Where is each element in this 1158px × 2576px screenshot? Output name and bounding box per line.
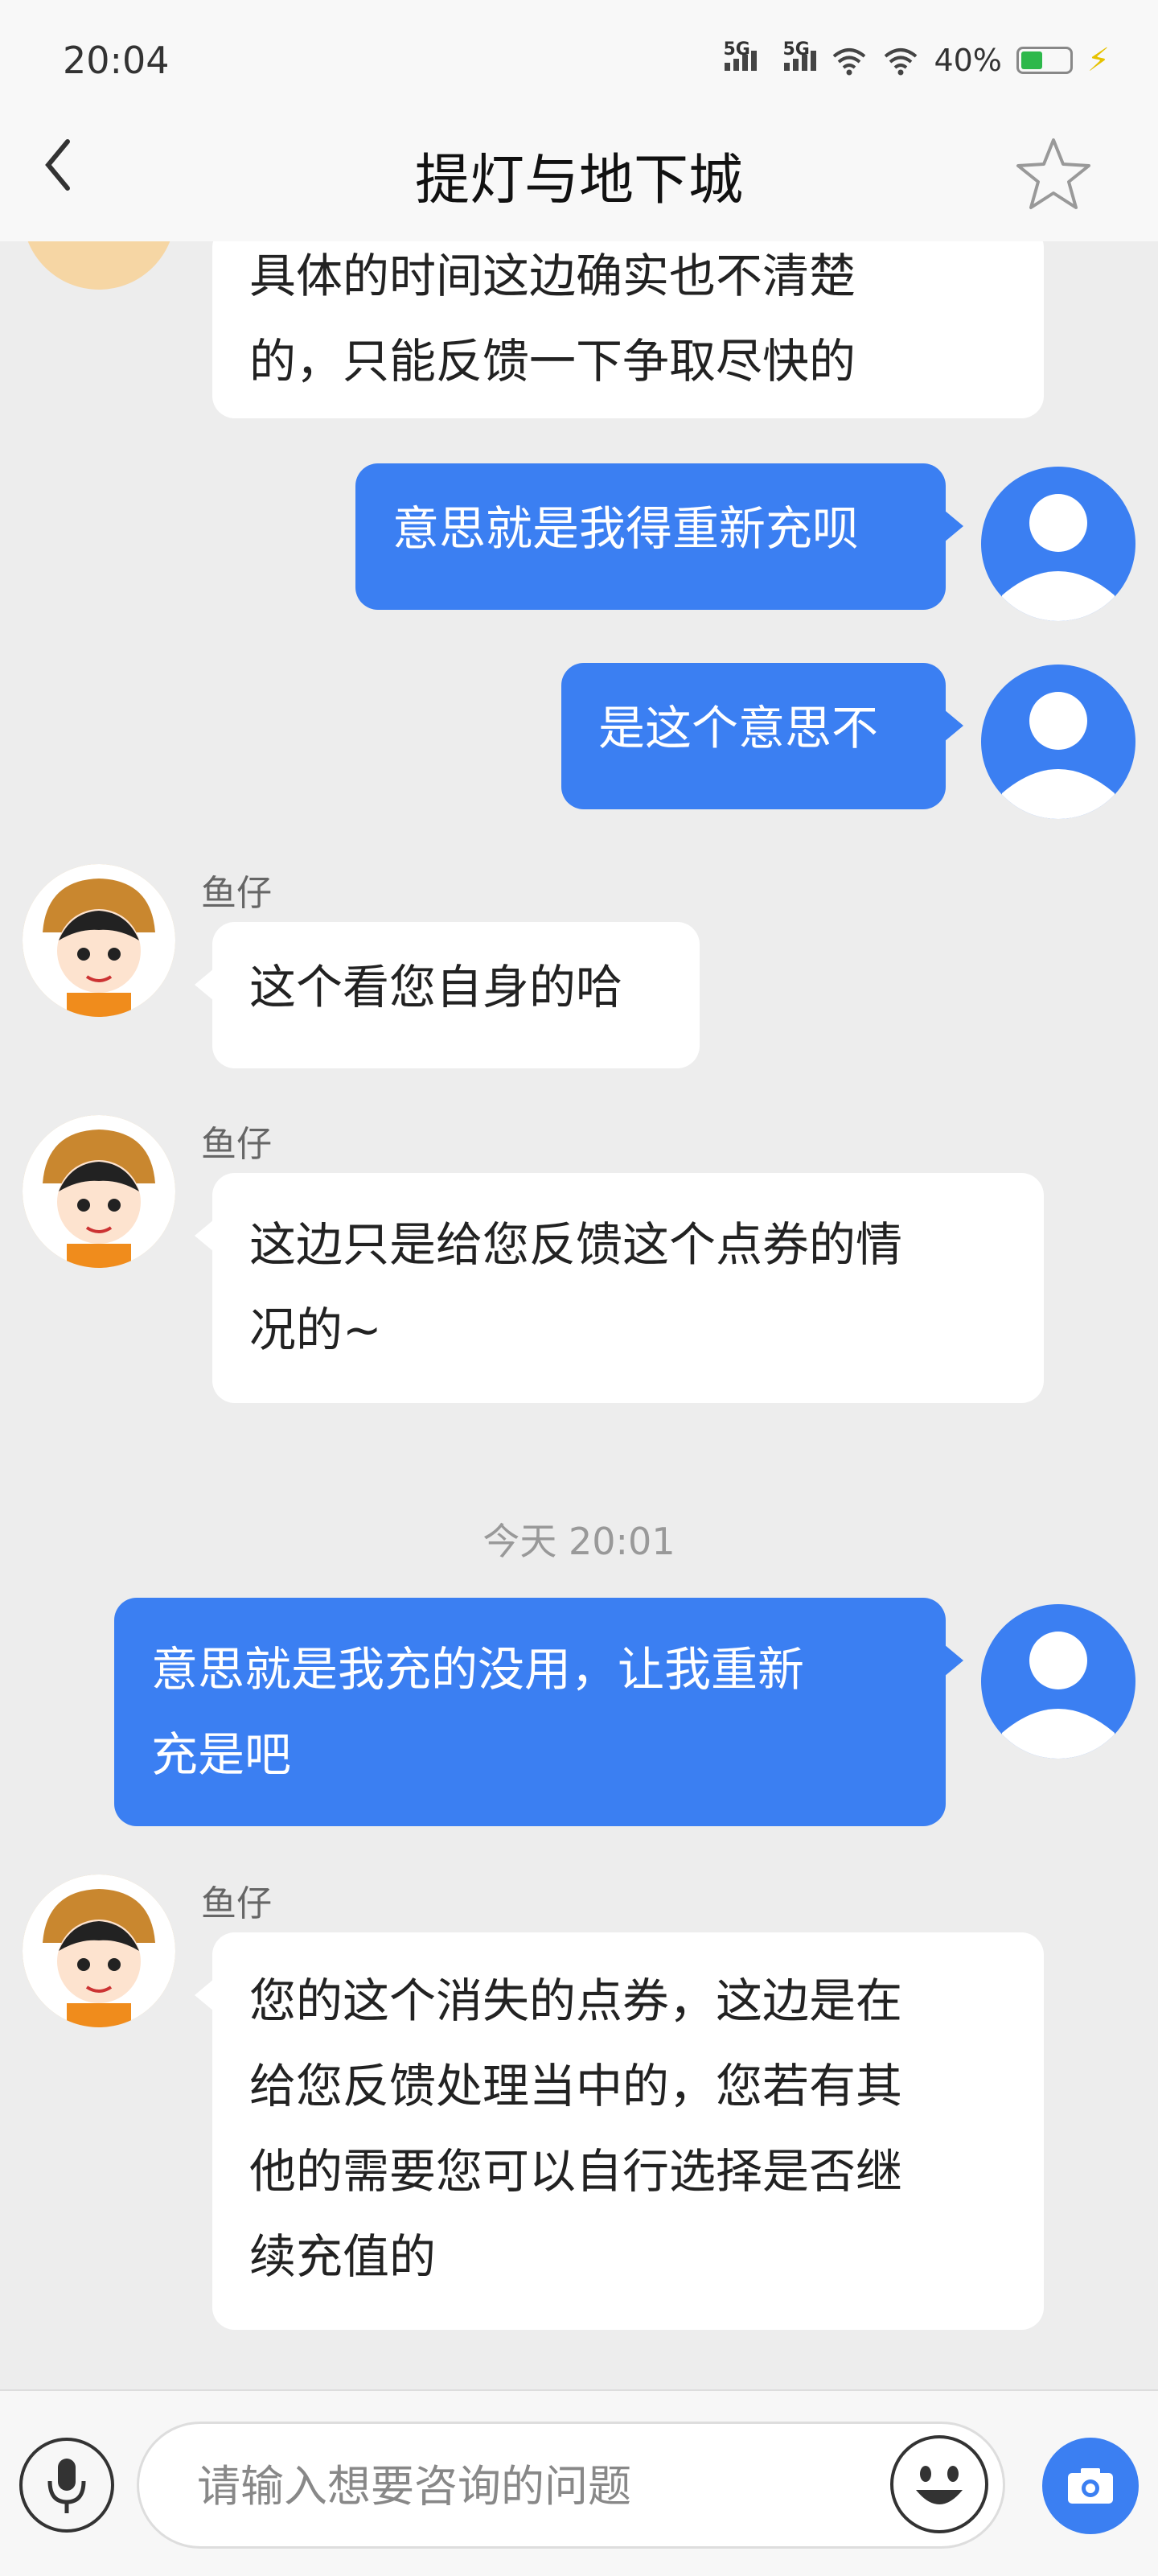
- tiger-girl-avatar-icon: [23, 864, 175, 1017]
- battery-percent: 40%: [934, 43, 1002, 78]
- person-icon: [1002, 494, 1115, 621]
- cellular-signal-icon: 5G: [723, 39, 758, 71]
- message-input-field[interactable]: [137, 2422, 1005, 2549]
- microphone-icon: [47, 2459, 86, 2513]
- message-line: 充是吧: [151, 1727, 292, 1782]
- page-title: 提灯与地下城: [414, 149, 743, 212]
- message-line: 这边只是给您反馈这个点券的情: [249, 1217, 903, 1272]
- message-line: 您的这个消失的点券，这边是在: [249, 1973, 903, 2028]
- network-type-label: 5G: [723, 39, 750, 60]
- user-avatar[interactable]: [981, 665, 1135, 819]
- voice-input-button[interactable]: [19, 2438, 114, 2533]
- chat-area[interactable]: 具体的时间这边确实也不清楚 的，只能反馈一下争取尽快的 意思就是我得重新充呗 是…: [0, 137, 1158, 2389]
- message-text: 这个看您自身的哈: [249, 960, 623, 1014]
- customer-service-avatar[interactable]: [23, 1115, 175, 1268]
- star-outline-icon: [1016, 138, 1090, 209]
- message-text: 意思就是我得重新充呗: [392, 501, 860, 556]
- message-line: 他的需要您可以自行选择是否继: [249, 2144, 903, 2199]
- user-avatar[interactable]: [981, 467, 1135, 621]
- person-icon: [1002, 692, 1115, 819]
- smiley-face-icon: [916, 2466, 963, 2504]
- customer-service-avatar[interactable]: [23, 864, 175, 1017]
- message-line: 况的~: [249, 1302, 382, 1357]
- message-bubble-cs: 具体的时间这边确实也不清楚 的，只能反馈一下争取尽快的: [212, 225, 1044, 418]
- message-line: 具体的时间这边确实也不清楚: [249, 249, 856, 303]
- emoji-button[interactable]: [890, 2435, 988, 2533]
- message-line: 意思就是我充的没用，让我重新: [151, 1642, 805, 1697]
- user-avatar[interactable]: [981, 1604, 1135, 1759]
- message-input[interactable]: [195, 2424, 842, 2548]
- customer-service-avatar[interactable]: [23, 1874, 175, 2027]
- tiger-girl-avatar-icon: [23, 1874, 175, 2027]
- message-bubble-cs: 您的这个消失的点券，这边是在 给您反馈处理当中的，您若有其 他的需要您可以自行选…: [195, 1932, 1044, 2330]
- message-line: 给您反馈处理当中的，您若有其: [249, 2059, 903, 2113]
- sender-name: 鱼仔: [201, 1883, 272, 1924]
- message-text: 是这个意思不: [598, 701, 879, 755]
- camera-button[interactable]: [1042, 2438, 1139, 2534]
- battery-icon: [1016, 47, 1073, 74]
- network-type-label: 5G: [782, 39, 810, 60]
- message-timestamp: 今天 20:01: [482, 1520, 676, 1563]
- status-time: 20:04: [63, 39, 170, 82]
- message-line: 的，只能反馈一下争取尽快的: [249, 334, 856, 389]
- input-bar: [0, 2389, 1158, 2576]
- charging-icon: ⚡: [1086, 42, 1110, 79]
- cellular-signal-icon: 5G: [782, 39, 817, 71]
- message-bubble-me: 是这个意思不: [561, 663, 963, 809]
- sender-name: 鱼仔: [201, 1124, 272, 1165]
- message-bubble-me: 意思就是我充的没用，让我重新 充是吧: [114, 1598, 963, 1826]
- camera-icon: [1068, 2468, 1113, 2504]
- wifi-icon: [885, 48, 918, 76]
- message-bubble-cs: 这个看您自身的哈: [195, 922, 700, 1068]
- status-icons: 5G 5G 40% ⚡: [723, 39, 1110, 80]
- message-bubble-me: 意思就是我得重新充呗: [355, 463, 963, 610]
- message-line: 续充值的: [249, 2229, 437, 2284]
- top-bar: 20:04 5G 5G 40% ⚡ 提灯与地下城: [0, 0, 1158, 241]
- person-icon: [1002, 1632, 1115, 1759]
- sender-name: 鱼仔: [201, 873, 272, 914]
- wifi-plus-icon: [833, 48, 866, 76]
- message-bubble-cs: 这边只是给您反馈这个点券的情 况的~: [195, 1173, 1044, 1403]
- favorite-button[interactable]: [1013, 134, 1094, 214]
- tiger-girl-avatar-icon: [23, 1115, 175, 1268]
